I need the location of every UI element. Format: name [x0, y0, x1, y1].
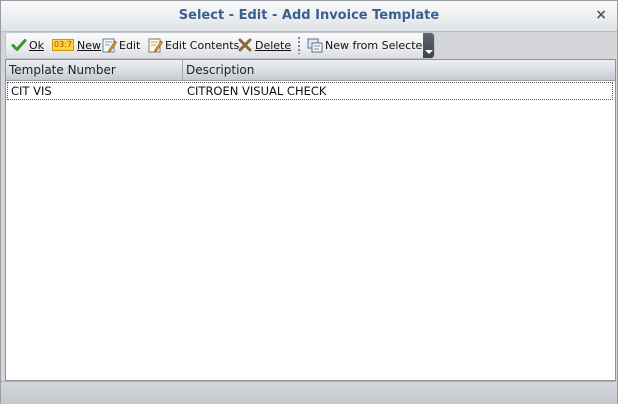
status-bar — [1, 381, 617, 404]
toolbar: Ok 03:7 New Edit Edit Contents Delete Ne… — [5, 32, 435, 59]
check-icon — [11, 39, 27, 51]
table-row[interactable]: CIT VIS CITROEN VISUAL CHECK — [7, 82, 613, 100]
new-button[interactable]: 03:7 New — [52, 37, 101, 53]
ok-button[interactable]: Ok — [11, 37, 44, 53]
dialog-window: Select - Edit - Add Invoice Template × O… — [0, 0, 618, 404]
chevron-down-icon — [425, 50, 433, 54]
grid-header: Template Number Description — [6, 60, 615, 81]
column-header-template-number[interactable]: Template Number — [6, 60, 183, 80]
title-bar[interactable]: Select - Edit - Add Invoice Template × — [1, 1, 617, 32]
column-header-description[interactable]: Description — [183, 60, 615, 80]
new-icon: 03:7 — [52, 39, 74, 51]
edit-contents-label: Edit Contents — [165, 38, 240, 52]
new-from-selected-button[interactable]: New from Selected — [307, 37, 429, 53]
toolbar-overflow-button[interactable] — [423, 33, 434, 58]
new-label: New — [76, 38, 101, 52]
close-icon[interactable]: × — [595, 7, 607, 23]
delete-label: Delete — [255, 38, 292, 52]
delete-icon — [238, 38, 252, 52]
edit-contents-button[interactable]: Edit Contents — [147, 37, 239, 53]
edit-label: Edit — [119, 38, 141, 52]
window-title: Select - Edit - Add Invoice Template — [178, 8, 440, 23]
toolbar-separator — [298, 37, 300, 54]
new-from-selected-label: New from Selected — [325, 38, 430, 52]
delete-button[interactable]: Delete — [237, 37, 291, 53]
edit-contents-icon — [148, 38, 163, 53]
cell-template-number[interactable]: CIT VIS — [9, 83, 52, 99]
new-from-selected-icon — [307, 38, 323, 53]
cell-description[interactable]: CITROEN VISUAL CHECK — [185, 83, 326, 99]
edit-button[interactable]: Edit — [101, 37, 140, 53]
ok-label: Ok — [29, 38, 45, 52]
edit-icon — [102, 38, 117, 53]
templates-grid: Template Number Description CIT VIS CITR… — [5, 59, 616, 381]
